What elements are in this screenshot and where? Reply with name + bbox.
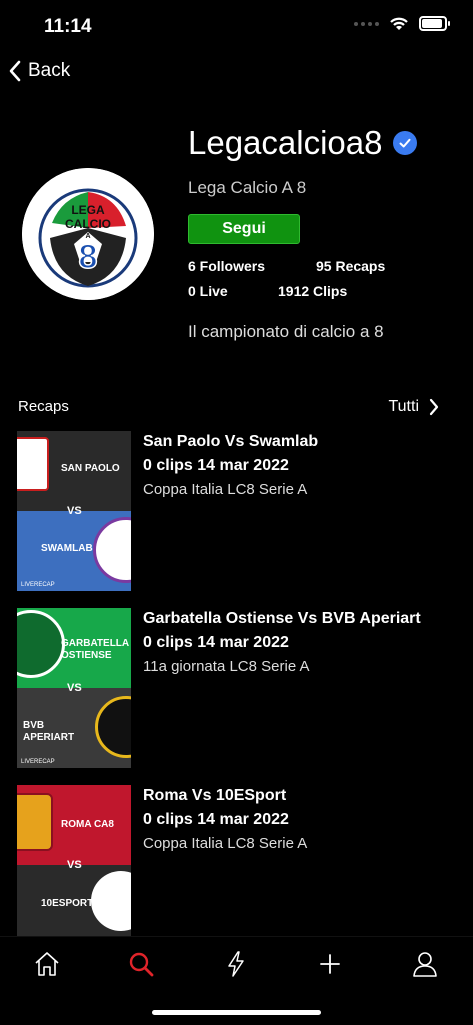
recap-info: Roma Vs 10ESport 0 clips 14 mar 2022 Cop… — [143, 787, 453, 852]
thumb-away-name: BVB APERIART — [23, 720, 75, 743]
see-all-button[interactable]: Tutti — [388, 398, 439, 416]
recap-thumbnail: SAN PAOLO VS SWAMLAB LIVERECAP — [17, 431, 131, 591]
recap-meta: 0 clips 14 mar 2022 — [143, 811, 289, 828]
see-all-label: Tutti — [388, 398, 419, 415]
battery-icon — [419, 16, 450, 31]
recap-item[interactable]: SAN PAOLO VS SWAMLAB LIVERECAP San Paolo… — [17, 431, 457, 591]
back-label: Back — [28, 60, 71, 81]
tab-home[interactable] — [30, 947, 64, 981]
profile-display-name: Lega Calcio A 8 — [188, 178, 307, 197]
lightning-icon — [228, 951, 244, 977]
recap-item[interactable]: GARBATELLA OSTIENSE VS BVB APERIART LIVE… — [17, 608, 457, 768]
plus-icon — [320, 954, 340, 974]
profile-name: Legacalcioa8 — [188, 124, 383, 161]
recap-title: San Paolo Vs Swamlab — [143, 433, 319, 450]
recap-thumbnail: ROMA CA8 VS 10ESPORT — [17, 785, 131, 936]
status-time: 11:14 — [44, 16, 92, 37]
logo-text-8: 8 — [79, 238, 98, 276]
verified-icon — [392, 131, 417, 155]
status-icons — [354, 16, 450, 31]
thumb-away-name: 10ESPORT — [41, 898, 94, 909]
avatar: LEGA CALCIO A 8 — [22, 168, 154, 300]
recap-info: San Paolo Vs Swamlab 0 clips 14 mar 2022… — [143, 433, 453, 498]
name-row: Legacalcioa8 — [188, 124, 458, 162]
home-icon — [35, 952, 59, 976]
recap-meta: 0 clips 14 mar 2022 — [143, 634, 289, 651]
thumb-vs: VS — [67, 859, 82, 871]
recap-competition: 11a giornata LC8 Serie A — [143, 658, 310, 675]
home-team-logo — [17, 793, 53, 851]
followers-count[interactable]: 6 Followers — [188, 258, 265, 274]
home-team-logo — [17, 437, 49, 491]
tab-search[interactable] — [124, 947, 158, 981]
recap-title: Roma Vs 10ESport — [143, 787, 287, 804]
wifi-icon — [390, 17, 408, 30]
recaps-section-title: Recaps — [18, 398, 69, 415]
recap-competition: Coppa Italia LC8 Serie A — [143, 835, 308, 852]
follow-button[interactable]: Segui — [188, 214, 300, 244]
recap-competition: Coppa Italia LC8 Serie A — [143, 481, 308, 498]
search-icon — [129, 952, 154, 977]
back-button[interactable]: Back — [8, 60, 70, 82]
recaps-count[interactable]: 95 Recaps — [316, 258, 385, 274]
thumb-brand: LIVERECAP — [21, 582, 55, 588]
thumb-brand: LIVERECAP — [21, 759, 55, 765]
chevron-right-icon — [429, 398, 439, 416]
live-count[interactable]: 0 Live — [188, 283, 228, 299]
logo-text-lega: LEGA — [71, 203, 105, 217]
home-indicator[interactable] — [152, 1010, 321, 1015]
status-bar: 11:14 — [0, 0, 473, 50]
profile-stats: 6 Followers 95 Recaps 0 Live 1912 Clips — [188, 258, 458, 310]
chevron-left-icon — [9, 60, 21, 82]
tab-live[interactable] — [219, 947, 253, 981]
tab-add[interactable] — [313, 947, 347, 981]
profile-info: Legacalcioa8 Lega Calcio A 8 Segui 6 Fol… — [188, 124, 458, 342]
thumb-home-name: SAN PAOLO — [61, 463, 120, 474]
thumb-away-name: SWAMLAB — [41, 543, 93, 554]
signal-icon — [354, 21, 379, 26]
recap-meta: 0 clips 14 mar 2022 — [143, 457, 289, 474]
recap-title: Garbatella Ostiense Vs BVB Aperiart — [143, 610, 421, 627]
profile-bio: Il campionato di calcio a 8 — [188, 322, 384, 341]
thumb-home-name: GARBATELLA OSTIENSE — [61, 638, 129, 661]
logo-text-calcio: CALCIO — [65, 217, 111, 231]
thumb-vs: VS — [67, 505, 82, 517]
recap-thumbnail: GARBATELLA OSTIENSE VS BVB APERIART LIVE… — [17, 608, 131, 768]
recap-item[interactable]: ROMA CA8 VS 10ESPORT Roma Vs 10ESport 0 … — [17, 785, 457, 936]
tab-profile[interactable] — [408, 947, 442, 981]
thumb-home-name: ROMA CA8 — [61, 819, 114, 830]
profile-icon — [413, 952, 437, 977]
recap-info: Garbatella Ostiense Vs BVB Aperiart 0 cl… — [143, 610, 453, 675]
clips-count[interactable]: 1912 Clips — [278, 283, 347, 299]
thumb-vs: VS — [67, 682, 82, 694]
lega-calcio-logo: LEGA CALCIO A 8 — [22, 168, 154, 300]
